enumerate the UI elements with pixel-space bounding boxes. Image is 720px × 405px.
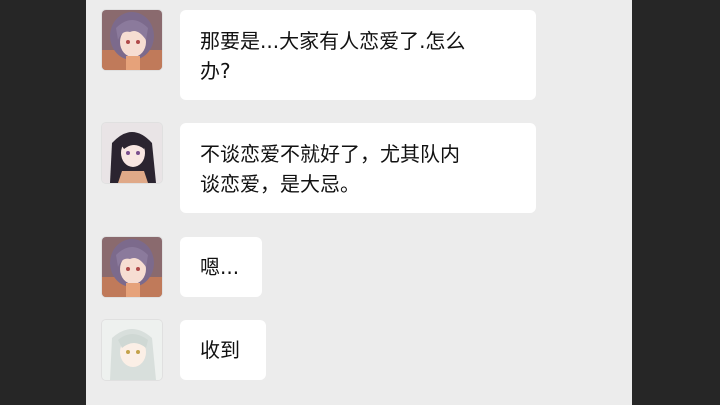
- message-text: 收到: [200, 338, 240, 362]
- silver-hair-girl-avatar[interactable]: [102, 320, 162, 380]
- message-text: 嗯...: [200, 255, 240, 279]
- message-bubble[interactable]: 嗯...: [180, 237, 262, 297]
- dark-hair-girl-avatar[interactable]: [102, 123, 162, 183]
- chat-panel[interactable]: 那要是...大家有人恋爱了.怎么 办? 不谈恋爱不就好了，尤其队内 谈恋爱，是大…: [86, 0, 632, 405]
- purple-hair-girl-avatar[interactable]: [102, 237, 162, 297]
- message-text: 不谈恋爱不就好了，尤其队内 谈恋爱，是大忌。: [200, 142, 460, 196]
- purple-hair-girl-avatar[interactable]: [102, 10, 162, 70]
- screen-frame: 那要是...大家有人恋爱了.怎么 办? 不谈恋爱不就好了，尤其队内 谈恋爱，是大…: [0, 0, 720, 405]
- message-text: 那要是...大家有人恋爱了.怎么 办?: [200, 29, 466, 83]
- message-bubble[interactable]: 不谈恋爱不就好了，尤其队内 谈恋爱，是大忌。: [180, 123, 536, 213]
- message-bubble[interactable]: 收到: [180, 320, 266, 380]
- message-bubble[interactable]: 那要是...大家有人恋爱了.怎么 办?: [180, 10, 536, 100]
